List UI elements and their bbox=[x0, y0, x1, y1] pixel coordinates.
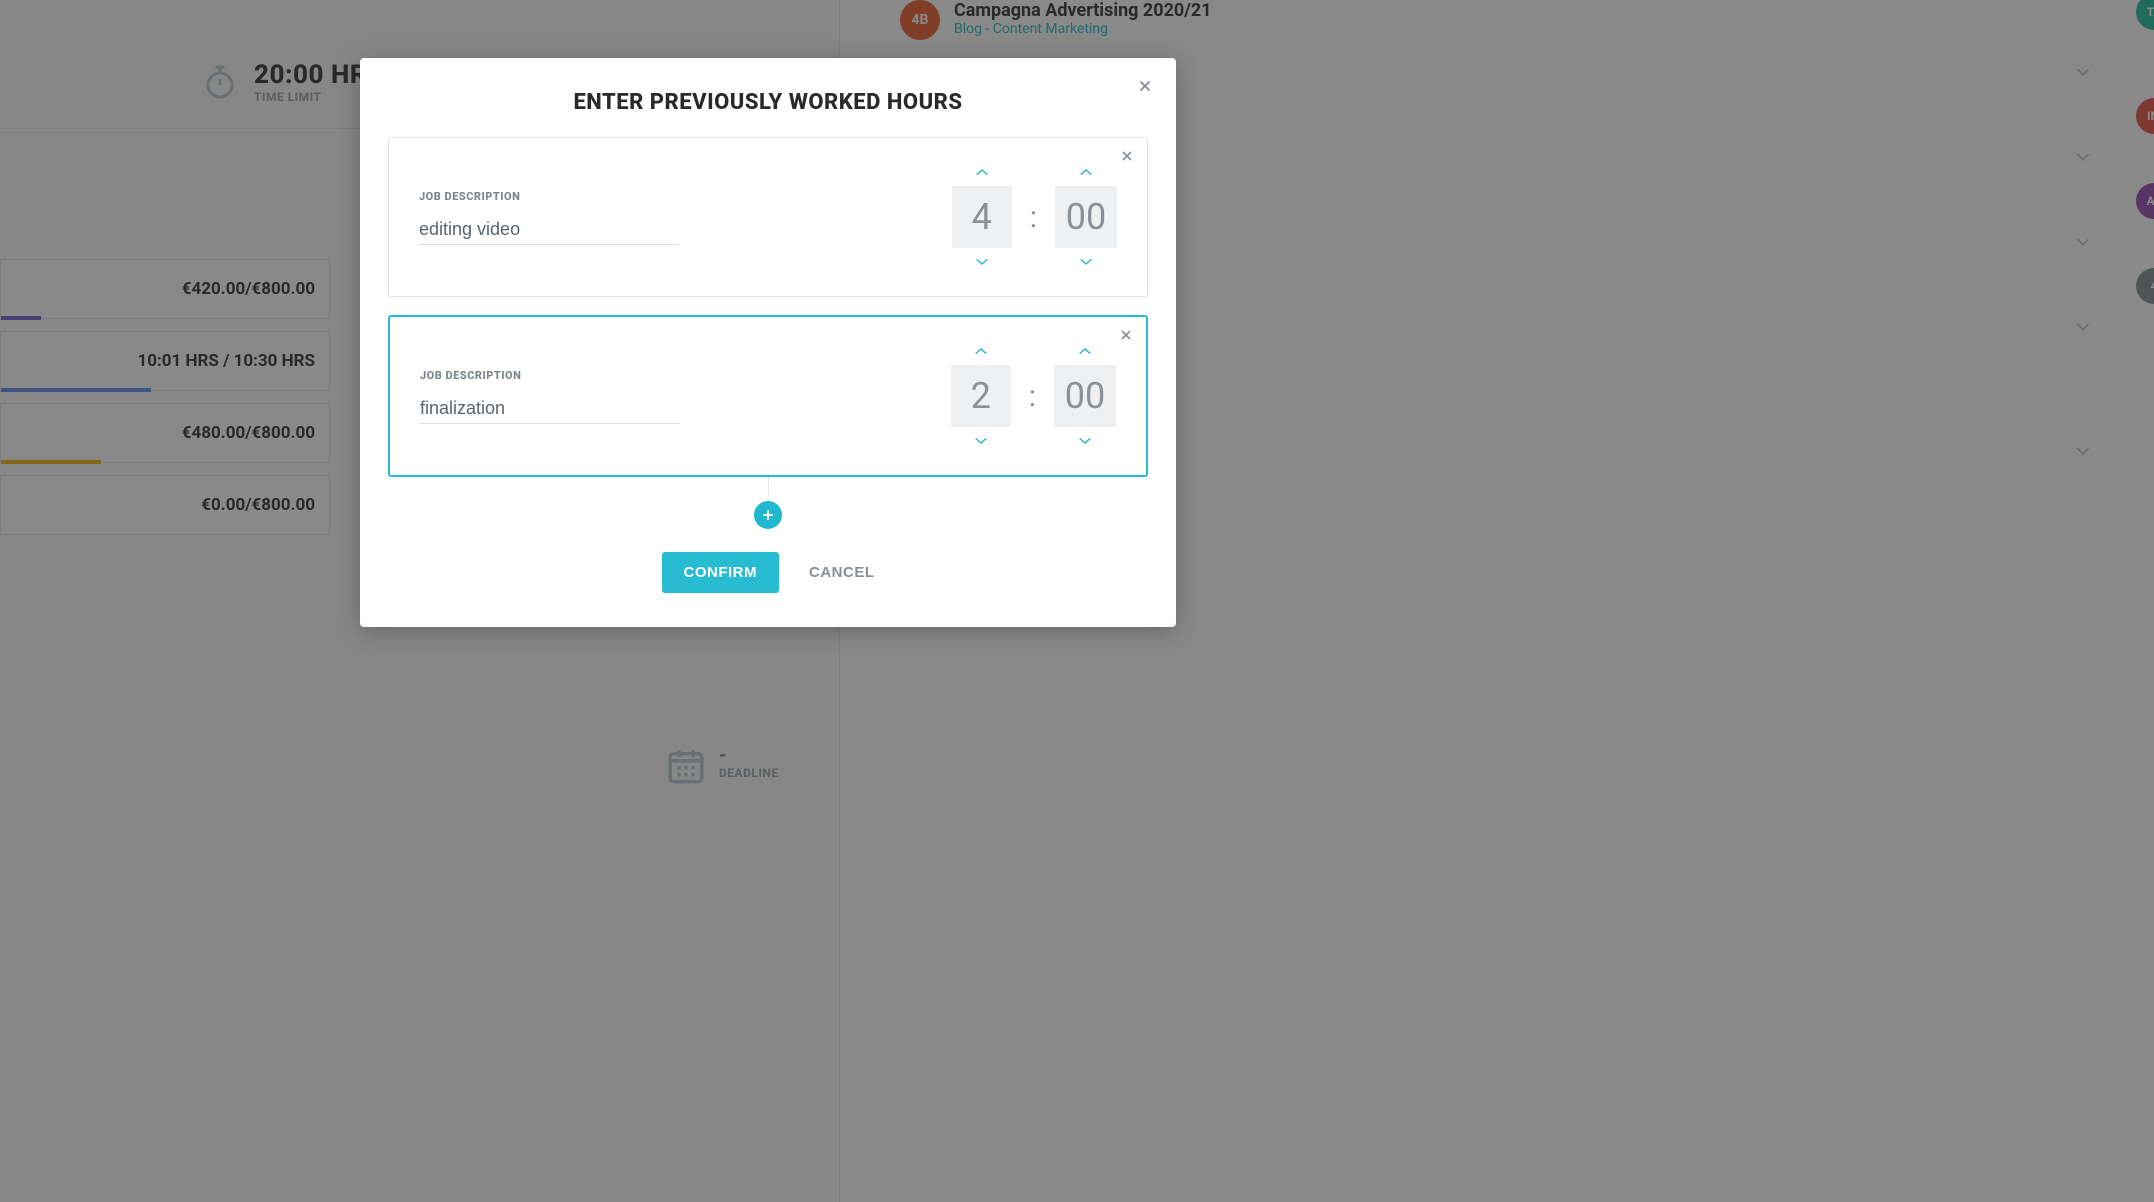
job-description-label: JOB DESCRIPTION bbox=[419, 190, 679, 203]
modal-title: ENTER PREVIOUSLY WORKED HOURS bbox=[388, 90, 1148, 115]
job-description-label: JOB DESCRIPTION bbox=[420, 369, 680, 382]
time-picker: 2 : 00 bbox=[951, 343, 1116, 449]
job-description-input[interactable] bbox=[419, 215, 679, 245]
modal-close-button[interactable] bbox=[1136, 76, 1154, 100]
add-entry-button[interactable] bbox=[754, 501, 782, 529]
entry-remove-button[interactable] bbox=[1119, 148, 1135, 168]
job-description-input[interactable] bbox=[420, 394, 680, 424]
time-colon: : bbox=[1030, 200, 1037, 235]
entry-remove-button[interactable] bbox=[1118, 327, 1134, 347]
minutes-value: 00 bbox=[1054, 365, 1116, 427]
hours-decrement-button[interactable] bbox=[969, 433, 993, 449]
cancel-button[interactable]: CANCEL bbox=[809, 552, 875, 593]
worked-hours-modal: ENTER PREVIOUSLY WORKED HOURS JOB DESCRI… bbox=[360, 58, 1176, 627]
time-colon: : bbox=[1029, 379, 1036, 414]
minutes-value: 00 bbox=[1055, 186, 1117, 248]
minutes-decrement-button[interactable] bbox=[1074, 254, 1098, 270]
hours-decrement-button[interactable] bbox=[970, 254, 994, 270]
confirm-button[interactable]: CONFIRM bbox=[662, 552, 780, 593]
add-entry-connector bbox=[388, 495, 1148, 496]
time-entry-card: JOB DESCRIPTION 4 : 00 bbox=[388, 137, 1148, 297]
time-picker: 4 : 00 bbox=[952, 164, 1117, 270]
modal-actions: CONFIRM CANCEL bbox=[388, 552, 1148, 593]
hours-value: 2 bbox=[951, 365, 1011, 427]
hours-value: 4 bbox=[952, 186, 1012, 248]
minutes-increment-button[interactable] bbox=[1074, 164, 1098, 180]
minutes-decrement-button[interactable] bbox=[1073, 433, 1097, 449]
minutes-increment-button[interactable] bbox=[1073, 343, 1097, 359]
hours-increment-button[interactable] bbox=[970, 164, 994, 180]
hours-increment-button[interactable] bbox=[969, 343, 993, 359]
time-entry-card: JOB DESCRIPTION 2 : 00 bbox=[388, 315, 1148, 477]
